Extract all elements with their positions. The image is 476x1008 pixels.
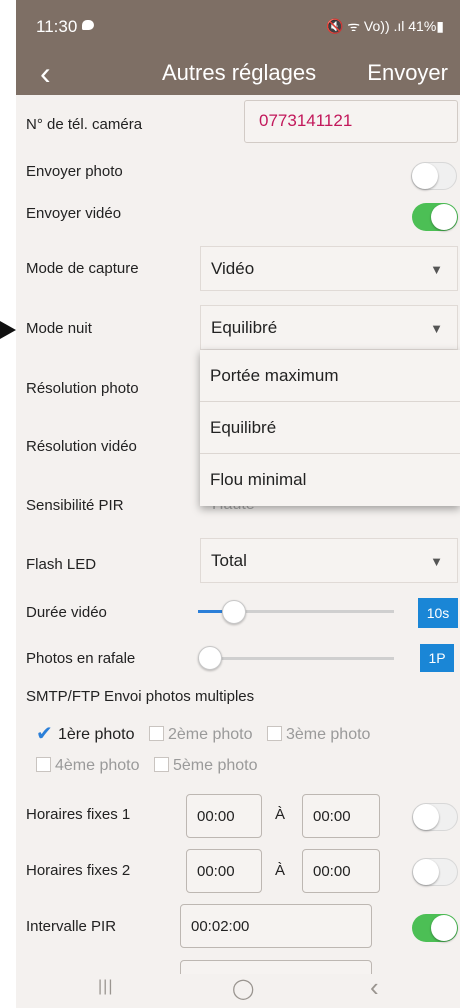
dropdown-option-flou-minimal[interactable]: Flou minimal [200,454,460,506]
fixed2-toggle[interactable] [412,858,458,886]
dropdown-arrow-icon: ▼ [430,262,443,277]
video-duration-thumb[interactable] [221,600,246,624]
night-mode-select[interactable]: Equilibré ▼ [200,305,458,350]
burst-label: Photos en rafale [26,650,136,667]
send-button[interactable]: Envoyer [367,60,448,86]
checkbox-5eme-photo[interactable] [153,757,169,772]
dropdown-arrow-icon: ▼ [430,554,443,569]
recent-apps-button[interactable]: ||| [98,978,113,996]
checkbox-label: 5ème photo [172,757,258,774]
burst-slider[interactable] [198,657,394,660]
dropdown-option-portee-maximum[interactable]: Portée maximum [200,350,460,402]
flash-label: Flash LED [26,556,97,573]
send-video-toggle[interactable] [412,203,458,231]
chat-notification-icon [82,20,94,30]
video-duration-label: Durée vidéo [26,604,107,621]
night-mode-value: Equilibré [211,318,278,337]
checkbox-row-1: ✔ 1ère photo 2ème photo 3ème photo [36,721,380,745]
send-photo-label: Envoyer photo [26,163,123,180]
home-button[interactable]: ◯ [232,976,254,1001]
dropdown-arrow-icon: ▼ [430,321,443,336]
photo-res-label: Résolution photo [26,380,139,397]
capture-mode-value: Vidéo [211,259,255,278]
app-header: ‹ Autres réglages Envoyer [16,55,460,95]
phone-field[interactable]: 0773141121 [244,100,458,143]
interval-input[interactable]: 00:02:00 [180,904,372,948]
checkbox-2eme-photo[interactable] [148,726,164,741]
fixed2-end-input[interactable]: 00:00 [302,849,380,893]
checkbox-row-2: 4ème photo 5ème photo [36,757,267,775]
smtp-label: SMTP/FTP Envoi photos multiples [26,688,255,705]
flash-value: Total [211,551,247,570]
back-button[interactable]: ‹ [40,57,51,89]
nav-back-button[interactable]: ‹ [370,972,379,1003]
status-time: 11:30 [36,17,78,36]
burst-badge: 1P [420,644,454,672]
status-icons: 🔇 ᯤ Vo)) .ıl 41%▮ [325,18,444,34]
checkbox-label: 1ère photo [58,726,135,743]
fixed1-toggle[interactable] [412,803,458,831]
capture-mode-label: Mode de capture [26,260,139,277]
status-bar: 11:30 🔇 ᯤ Vo)) .ıl 41%▮ [16,0,460,55]
phone-screen: 11:30 🔇 ᯤ Vo)) .ıl 41%▮ ‹ Autres réglage… [16,0,460,1008]
checkbox-label: 2ème photo [167,726,253,743]
burst-thumb[interactable] [198,646,222,670]
a-label: À [275,806,286,823]
fixed1-label: Horaires fixes 1 [26,806,131,823]
page-title: Autres réglages [162,60,317,85]
pir-label: Sensibilité PIR [26,497,124,514]
flash-select[interactable]: Total ▼ [200,538,458,583]
pointer-arrow-icon [0,321,16,339]
checkbox-label: 3ème photo [285,726,371,743]
interval-label: Intervalle PIR [26,918,117,935]
night-mode-label: Mode nuit [26,320,92,337]
system-nav-bar: ||| ◯ ‹ [16,972,460,1008]
dropdown-option-equilibre[interactable]: Equilibré [200,402,460,454]
fixed1-start-input[interactable]: 00:00 [186,794,262,838]
checkbox-label: 4ème photo [55,757,140,774]
night-mode-dropdown: Portée maximum Equilibré Flou minimal [200,350,460,506]
video-res-label: Résolution vidéo [26,438,137,455]
fixed2-start-input[interactable]: 00:00 [186,849,262,893]
checkbox-3eme-photo[interactable] [266,726,282,741]
a-label: À [275,862,286,879]
phone-label: N° de tél. caméra [26,116,143,133]
checkbox-4eme-photo[interactable] [36,757,51,772]
send-photo-toggle[interactable] [411,162,457,190]
video-duration-badge: 10s [418,598,458,628]
send-video-label: Envoyer vidéo [26,205,122,222]
capture-mode-select[interactable]: Vidéo ▼ [200,246,458,291]
interval-toggle[interactable] [412,914,458,942]
fixed2-label: Horaires fixes 2 [26,862,131,879]
fixed1-end-input[interactable]: 00:00 [302,794,380,838]
checkbox-1ere-photo[interactable]: ✔ [36,721,54,745]
